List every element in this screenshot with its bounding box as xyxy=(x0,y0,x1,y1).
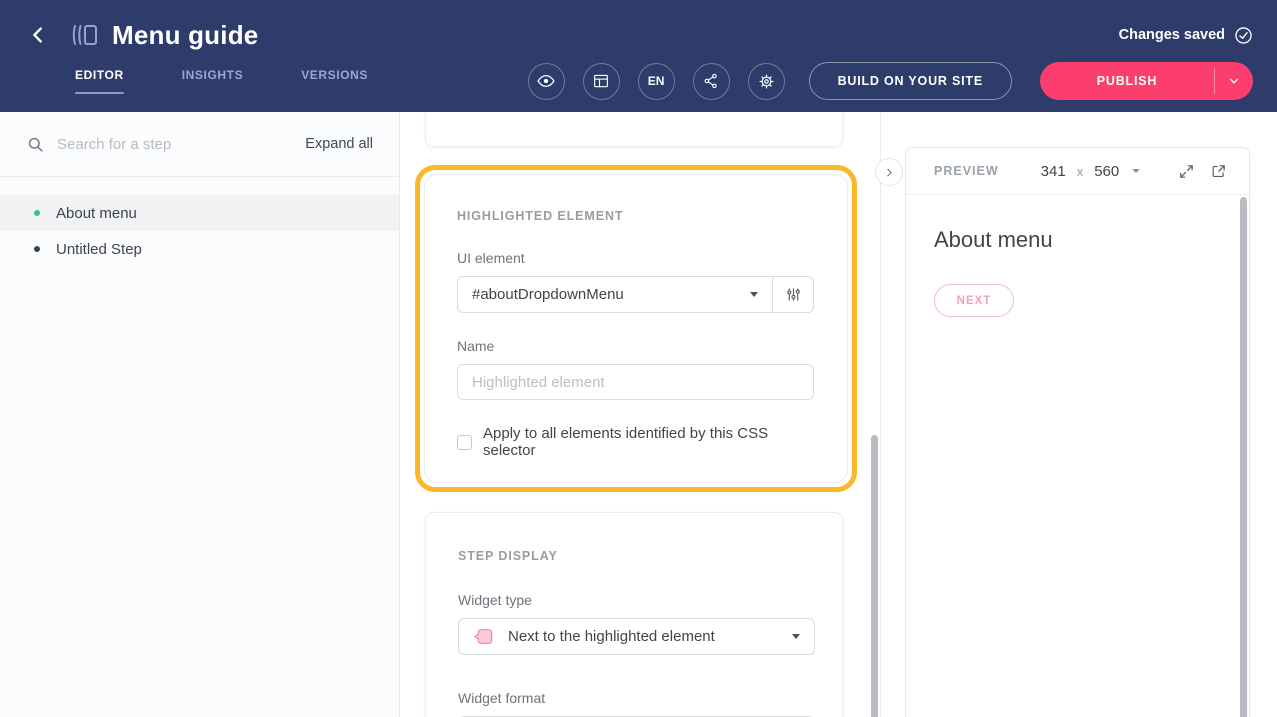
open-in-new-icon xyxy=(1210,163,1227,180)
widget-type-value: Next to the highlighted element xyxy=(508,628,778,645)
page-body: Expand all About menu Untitled Step HIGH… xyxy=(0,112,1277,717)
tab-versions[interactable]: VERSIONS xyxy=(301,68,368,94)
apply-all-label: Apply to all elements identified by this… xyxy=(483,425,815,459)
step-item-label: Untitled Step xyxy=(56,241,142,258)
highlighted-element-card-outline: HIGHLIGHTED ELEMENT UI element #aboutDro… xyxy=(415,165,857,492)
ui-element-value: #aboutDropdownMenu xyxy=(472,286,740,303)
widget-type-select[interactable]: Next to the highlighted element xyxy=(458,618,815,655)
preview-size-select[interactable]: 341 x 560 xyxy=(1041,163,1141,180)
expand-arrows-icon xyxy=(1178,163,1195,180)
layout-button[interactable] xyxy=(583,63,620,100)
search-icon xyxy=(26,135,45,154)
preview-step-heading: About menu xyxy=(934,227,1221,253)
step-list: About menu Untitled Step xyxy=(0,177,399,267)
caret-down-icon xyxy=(1132,169,1140,173)
apply-all-checkbox[interactable] xyxy=(457,435,472,450)
preview-width-value: 341 xyxy=(1041,163,1066,180)
sliders-icon xyxy=(785,286,802,303)
caret-down-icon xyxy=(750,292,758,297)
step-status-dot xyxy=(34,210,40,216)
tab-editor[interactable]: EDITOR xyxy=(75,68,124,94)
preview-height-value: 560 xyxy=(1094,163,1119,180)
expand-preview-button[interactable] xyxy=(1178,163,1195,180)
preview-card: PREVIEW 341 x 560 About menu xyxy=(905,147,1250,717)
top-navbar: Menu guide Changes saved EDITOR INSIGHTS… xyxy=(0,0,1277,112)
steps-sidebar: Expand all About menu Untitled Step xyxy=(0,112,400,717)
settings-button[interactable] xyxy=(748,63,785,100)
preview-next-button[interactable]: NEXT xyxy=(934,284,1014,317)
chevron-left-icon xyxy=(27,24,49,46)
step-item-untitled-step[interactable]: Untitled Step xyxy=(0,231,399,267)
widget-type-label: Widget type xyxy=(458,592,810,608)
ui-element-select[interactable]: #aboutDropdownMenu xyxy=(458,277,772,312)
guide-title: Menu guide xyxy=(112,20,258,51)
step-search-input[interactable] xyxy=(57,136,293,153)
build-on-your-site-button[interactable]: BUILD ON YOUR SITE xyxy=(809,62,1012,100)
gear-icon xyxy=(757,72,776,91)
preview-eye-button[interactable] xyxy=(528,63,565,100)
chevron-down-icon xyxy=(1227,74,1241,88)
step-item-label: About menu xyxy=(56,205,137,222)
share-button[interactable] xyxy=(693,63,730,100)
navbar-tabs-row: EDITOR INSIGHTS VERSIONS EN BUILD ON YOU… xyxy=(0,56,1277,106)
selector-settings-button[interactable] xyxy=(772,277,813,312)
ui-element-control: #aboutDropdownMenu xyxy=(457,276,814,313)
step-status-dot xyxy=(34,246,40,252)
preview-header: PREVIEW 341 x 560 xyxy=(906,148,1249,195)
ui-element-label: UI element xyxy=(457,250,815,266)
open-in-new-button[interactable] xyxy=(1210,163,1227,180)
layout-icon xyxy=(592,72,610,90)
step-item-about-menu[interactable]: About menu xyxy=(0,195,399,231)
guide-logo-icon xyxy=(70,22,100,48)
chevron-right-icon xyxy=(883,166,896,179)
tooltip-widget-icon xyxy=(473,627,494,647)
save-status-label: Changes saved xyxy=(1119,27,1225,43)
section-title: HIGHLIGHTED ELEMENT xyxy=(457,209,815,223)
save-status: Changes saved xyxy=(1119,26,1253,45)
caret-down-icon xyxy=(792,634,800,639)
collapse-preview-button[interactable] xyxy=(875,158,903,186)
preview-scrollbar[interactable] xyxy=(1240,197,1247,717)
language-button[interactable]: EN xyxy=(638,63,675,100)
editor-scrollbar[interactable] xyxy=(871,435,878,717)
publish-dropdown-button[interactable] xyxy=(1215,62,1253,100)
navbar-title-row: Menu guide Changes saved xyxy=(0,0,1277,56)
widget-format-label: Widget format xyxy=(458,690,810,706)
step-editor-panel: HIGHLIGHTED ELEMENT UI element #aboutDro… xyxy=(400,112,880,717)
step-display-card: STEP DISPLAY Widget type Next to the hig… xyxy=(425,512,843,717)
step-search-row: Expand all xyxy=(0,112,399,177)
navbar-actions: EN BUILD ON YOUR SITE PUBLISH xyxy=(528,62,1253,100)
highlighted-element-card: HIGHLIGHTED ELEMENT UI element #aboutDro… xyxy=(424,174,848,483)
tab-insights[interactable]: INSIGHTS xyxy=(182,68,243,94)
publish-button[interactable]: PUBLISH xyxy=(1040,62,1214,100)
section-title: STEP DISPLAY xyxy=(458,549,810,563)
guide-tabs: EDITOR INSIGHTS VERSIONS xyxy=(75,68,368,94)
preview-content: About menu NEXT xyxy=(906,195,1249,349)
publish-split-button: PUBLISH xyxy=(1040,62,1253,100)
preview-header-actions xyxy=(1178,163,1227,180)
preview-size-separator: x xyxy=(1077,164,1084,179)
share-icon xyxy=(702,72,720,90)
previous-settings-card xyxy=(425,112,843,147)
eye-icon xyxy=(536,71,556,91)
expand-all-button[interactable]: Expand all xyxy=(305,136,373,152)
preview-title: PREVIEW xyxy=(934,164,999,178)
check-circle-icon xyxy=(1234,26,1253,45)
name-input[interactable] xyxy=(457,364,814,400)
apply-all-row: Apply to all elements identified by this… xyxy=(457,425,815,459)
language-label: EN xyxy=(648,74,665,88)
preview-panel: PREVIEW 341 x 560 About menu xyxy=(881,112,1277,717)
name-label: Name xyxy=(457,338,815,354)
back-button[interactable] xyxy=(24,21,52,49)
